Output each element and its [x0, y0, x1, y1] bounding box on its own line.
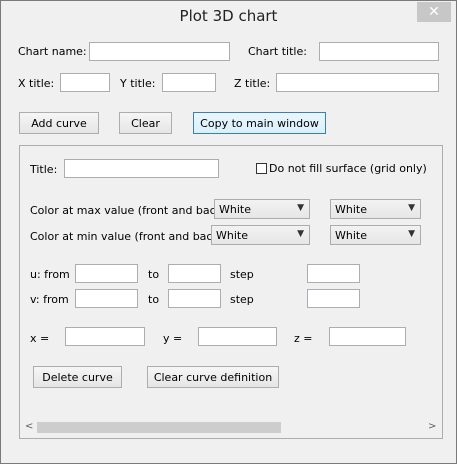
y-title-input[interactable] [162, 73, 216, 92]
clear-button[interactable]: Clear [119, 112, 172, 134]
u-to-input[interactable] [168, 264, 221, 283]
v-to-label: to [148, 293, 160, 306]
u-to-label: to [148, 268, 160, 281]
curve-title-label: Title: [30, 163, 58, 176]
u-from-label: u: from [30, 268, 70, 281]
chart-title-input[interactable] [319, 42, 439, 61]
y-expr-input[interactable] [198, 327, 277, 346]
plot-3d-chart-window: Plot 3D chart ✕ Chart name: Chart title:… [0, 0, 457, 464]
z-title-input[interactable] [276, 73, 439, 92]
window-title: Plot 3D chart [179, 7, 278, 25]
z-expr-label: z = [294, 332, 313, 345]
u-step-input[interactable] [307, 264, 360, 283]
scroll-left-icon[interactable]: < [25, 421, 33, 432]
v-step-input[interactable] [307, 289, 360, 308]
x-title-input[interactable] [60, 73, 110, 92]
x-title-label: X title: [18, 77, 55, 90]
color-min-back-value: White [335, 229, 367, 242]
chevron-down-icon: ▼ [297, 203, 304, 213]
color-max-back-select[interactable]: White ▼ [330, 199, 421, 219]
chevron-down-icon: ▼ [408, 203, 415, 213]
u-step-label: step [230, 268, 254, 281]
curve-title-input[interactable] [64, 159, 219, 178]
chevron-down-icon: ▼ [297, 229, 304, 239]
color-max-back-value: White [335, 203, 367, 216]
clear-curve-definition-button[interactable]: Clear curve definition [147, 366, 279, 388]
color-max-front-value: White [219, 203, 251, 216]
color-min-front-value: White [216, 229, 248, 242]
z-title-label: Z title: [234, 77, 271, 90]
chart-name-input[interactable] [89, 42, 230, 61]
title-bar[interactable]: Plot 3D chart ✕ [1, 1, 456, 31]
no-fill-checkbox[interactable] [256, 163, 267, 174]
color-min-label: Color at min value (front and back): [30, 230, 227, 243]
chart-title-label: Chart title: [248, 45, 307, 58]
color-min-back-select[interactable]: White ▼ [330, 225, 421, 245]
color-max-label: Color at max value (front and back): [30, 204, 231, 217]
horizontal-scrollbar[interactable]: < > [20, 419, 442, 436]
scrollbar-thumb[interactable] [37, 422, 281, 433]
copy-to-main-window-button[interactable]: Copy to main window [193, 112, 326, 134]
u-from-input[interactable] [75, 264, 138, 283]
z-expr-input[interactable] [329, 327, 406, 346]
chevron-down-icon: ▼ [408, 229, 415, 239]
curve-definition-panel: Title: Do not fill surface (grid only) C… [19, 145, 443, 439]
scroll-right-icon[interactable]: > [428, 421, 436, 432]
no-fill-label: Do not fill surface (grid only) [269, 162, 427, 175]
v-from-label: v: from [30, 293, 69, 306]
color-min-front-select[interactable]: White ▼ [211, 225, 310, 245]
v-to-input[interactable] [168, 289, 221, 308]
x-expr-input[interactable] [65, 327, 145, 346]
v-step-label: step [230, 293, 254, 306]
close-button[interactable]: ✕ [417, 2, 451, 22]
close-icon: ✕ [428, 4, 440, 20]
delete-curve-button[interactable]: Delete curve [33, 366, 122, 388]
color-max-front-select[interactable]: White ▼ [214, 199, 310, 219]
x-expr-label: x = [30, 332, 50, 345]
chart-name-label: Chart name: [18, 45, 87, 58]
y-expr-label: y = [163, 332, 183, 345]
y-title-label: Y title: [120, 77, 156, 90]
v-from-input[interactable] [75, 289, 138, 308]
add-curve-button[interactable]: Add curve [19, 112, 99, 134]
